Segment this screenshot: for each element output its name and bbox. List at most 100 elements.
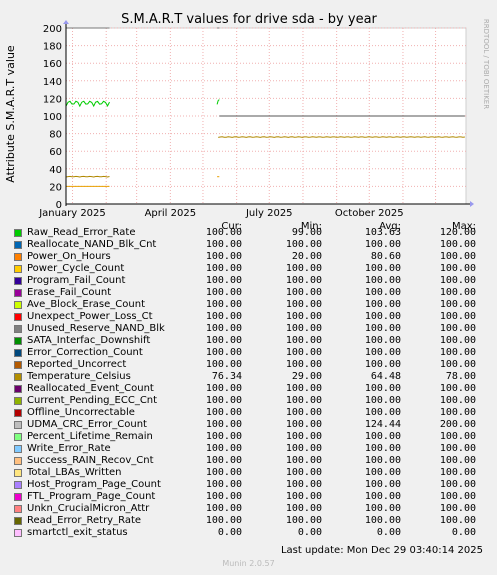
legend-label: Offline_Uncorrectable: [27, 407, 135, 418]
series-line-temperature-celsius: [218, 136, 465, 138]
legend-label: Raw_Read_Error_Rate: [27, 227, 136, 238]
y-tick-label: 160: [43, 59, 62, 70]
rrdtool-side-label: RRDTOOL / TOBI OETIKER: [482, 19, 490, 109]
legend-row: Program_Fail_Count 100.00 100.00 100.00 100.…: [0, 275, 497, 287]
legend-max: 100.00: [439, 467, 476, 478]
legend-min: 100.00: [285, 467, 322, 478]
legend-row: Success_RAIN_Recov_Cnt 100.00 100.00 100.00…: [0, 455, 497, 467]
legend-min: 100.00: [285, 407, 322, 418]
legend-max: 120.00: [439, 227, 476, 238]
legend-swatch: [14, 433, 22, 441]
legend-swatch: [14, 301, 22, 309]
legend-avg: 100.00: [364, 443, 401, 454]
legend-row: Unused_Reserve_NAND_Blk 100.00 100.00 100.0…: [0, 323, 497, 335]
legend-avg: 80.60: [370, 251, 401, 262]
legend-cur: 100.00: [205, 239, 242, 250]
legend-cur: 100.00: [205, 419, 242, 430]
legend-max: 100.00: [439, 479, 476, 490]
y-tick-label: 140: [43, 77, 62, 88]
legend-max: 100.00: [439, 515, 476, 526]
legend-avg: 103.63: [364, 227, 401, 238]
legend-row: Write_Error_Rate 100.00 100.00 100.00 100.00: [0, 443, 497, 455]
legend-min: 100.00: [285, 287, 322, 298]
legend-row: Unexpect_Power_Loss_Ct 100.00 100.00 100.00…: [0, 311, 497, 323]
legend-swatch: [14, 361, 22, 369]
legend-label: Reallocated_Event_Count: [27, 383, 154, 394]
legend-cur: 100.00: [205, 335, 242, 346]
y-tick-label: 180: [43, 42, 62, 53]
legend-cur: 100.00: [205, 479, 242, 490]
legend-swatch: [14, 457, 22, 465]
legend-avg: 100.00: [364, 431, 401, 442]
legend-cur: 100.00: [205, 251, 242, 262]
legend-avg: 100.00: [364, 515, 401, 526]
legend-swatch: [14, 265, 22, 273]
legend-min: 100.00: [285, 419, 322, 430]
legend-label: Unexpect_Power_Loss_Ct: [27, 311, 153, 322]
legend-max: 100.00: [439, 347, 476, 358]
legend-avg: 0.00: [376, 527, 401, 538]
legend-max: 100.00: [439, 287, 476, 298]
legend-min: 100.00: [285, 239, 322, 250]
legend-max: 100.00: [439, 395, 476, 406]
legend-avg: 100.00: [364, 491, 401, 502]
legend-row: Temperature_Celsius 76.34 29.00 64.48 78.00: [0, 371, 497, 383]
legend-row: Host_Program_Page_Count 100.00 100.00 100.0…: [0, 479, 497, 491]
legend-swatch: [14, 349, 22, 357]
legend-cur: 100.00: [205, 467, 242, 478]
y-tick-label: 20: [49, 182, 62, 193]
legend-min: 100.00: [285, 443, 322, 454]
legend-label: UDMA_CRC_Error_Count: [27, 419, 147, 430]
legend-cur: 100.00: [205, 323, 242, 334]
legend-min: 100.00: [285, 503, 322, 514]
legend-label: Error_Correction_Count: [27, 347, 143, 358]
legend-avg: 100.00: [364, 383, 401, 394]
legend-max: 100.00: [439, 239, 476, 250]
legend-swatch: [14, 373, 22, 381]
legend-min: 20.00: [291, 251, 322, 262]
legend-min: 100.00: [285, 263, 322, 274]
legend-avg: 124.44: [364, 419, 401, 430]
legend-row: Percent_Lifetime_Remain 100.00 100.00 100.0…: [0, 431, 497, 443]
legend-row: Reallocate_NAND_Blk_Cnt 100.00 100.00 100.0…: [0, 239, 497, 251]
legend-cur: 100.00: [205, 311, 242, 322]
legend-max: 100.00: [439, 251, 476, 262]
legend-swatch: [14, 337, 22, 345]
legend-label: FTL_Program_Page_Count: [27, 491, 156, 502]
legend-swatch: [14, 313, 22, 321]
legend-min: 100.00: [285, 311, 322, 322]
legend-avg: 100.00: [364, 275, 401, 286]
x-tick-label: January 2025: [38, 208, 106, 219]
last-update: Last update: Mon Dec 29 03:40:14 2025: [280, 545, 483, 556]
legend-label: Reallocate_NAND_Blk_Cnt: [27, 239, 157, 250]
legend-swatch: [14, 253, 22, 261]
legend-swatch: [14, 229, 22, 237]
legend-swatch: [14, 397, 22, 405]
legend-label: smartctl_exit_status: [27, 527, 128, 538]
legend-min: 100.00: [285, 299, 322, 310]
legend-max: 100.00: [439, 335, 476, 346]
legend-row: Raw_Read_Error_Rate 100.00 99.00 103.63 120.…: [0, 227, 497, 239]
legend-swatch: [14, 505, 22, 513]
legend-swatch: [14, 493, 22, 501]
legend-max: 100.00: [439, 443, 476, 454]
legend-label: Total_LBAs_Written: [27, 467, 122, 478]
legend-max: 100.00: [439, 263, 476, 274]
legend-avg: 100.00: [364, 407, 401, 418]
y-tick-label: 120: [43, 94, 62, 105]
legend-row: Total_LBAs_Written 100.00 100.00 100.00 100.…: [0, 467, 497, 479]
y-tick-label: 100: [43, 112, 62, 123]
legend-max: 100.00: [439, 431, 476, 442]
legend-avg: 100.00: [364, 299, 401, 310]
legend-swatch: [14, 481, 22, 489]
legend-cur: 100.00: [205, 275, 242, 286]
legend-avg: 100.00: [364, 455, 401, 466]
legend-row: Offline_Uncorrectable 100.00 100.00 100.00 1…: [0, 407, 497, 419]
munin-version: Munin 2.0.57: [222, 559, 275, 568]
legend-avg: 100.00: [364, 479, 401, 490]
legend-avg: 100.00: [364, 311, 401, 322]
legend-avg: 100.00: [364, 503, 401, 514]
legend-avg: 100.00: [364, 287, 401, 298]
legend-row: UDMA_CRC_Error_Count 100.00 100.00 124.44 20…: [0, 419, 497, 431]
legend-avg: 100.00: [364, 263, 401, 274]
